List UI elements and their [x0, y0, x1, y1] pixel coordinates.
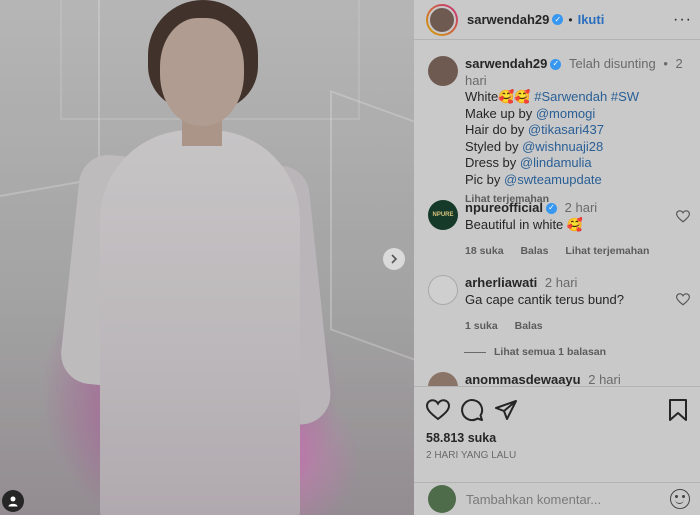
view-replies-button[interactable]: Lihat semua 1 balasan	[464, 346, 606, 358]
comment-time[interactable]: 2 hari	[588, 372, 621, 386]
comment-body: arherliawati 2 hari Ga cape cantik terus…	[465, 275, 690, 335]
author-username[interactable]: sarwendah29	[467, 12, 549, 27]
comment-username[interactable]: npureofficial	[465, 200, 543, 215]
credit-line: Dress by @lindamulia	[465, 155, 690, 172]
credit-prefix: Pic by	[465, 171, 505, 187]
chevron-right-icon	[391, 254, 398, 264]
see-translation-link[interactable]: Lihat terjemahan	[565, 245, 649, 257]
credit-line: Styled by @wishnuaji28	[465, 139, 690, 156]
separator-dot: •	[663, 56, 668, 71]
caption-body: sarwendah29 ✓ Telah disunting • 2 hari Wh…	[465, 56, 690, 208]
emoji-icon[interactable]	[670, 489, 690, 509]
reply-button[interactable]: Balas	[520, 245, 548, 257]
credit-line: Pic by @swteamupdate	[465, 172, 690, 189]
story-ring[interactable]	[426, 3, 458, 36]
tagged-users-button[interactable]	[2, 490, 24, 512]
add-comment-bar: Tambahkan komentar...	[414, 482, 700, 515]
follow-button[interactable]: Ikuti	[578, 12, 605, 27]
bookmark-icon	[669, 399, 687, 421]
separator-dot: •	[568, 12, 573, 27]
comment-icon	[461, 399, 484, 422]
more-horizontal-icon[interactable]: ···	[673, 11, 692, 29]
post-header: sarwendah29 ✓ • Ikuti ···	[414, 0, 700, 40]
send-icon	[495, 400, 517, 420]
save-button[interactable]	[668, 398, 688, 422]
credit-handle[interactable]: @tikasari437	[528, 122, 604, 137]
comment-item: arherliawati 2 hari Ga cape cantik terus…	[428, 275, 690, 335]
comment-button[interactable]	[460, 398, 484, 422]
comment-text: Beautiful in white	[465, 216, 564, 232]
credit-prefix: Hair do by	[465, 122, 528, 137]
reply-button[interactable]: Balas	[515, 320, 543, 332]
post-photo[interactable]	[0, 0, 414, 515]
comment-emoji: 🥰	[566, 216, 584, 232]
heart-icon	[426, 399, 450, 421]
comment-time[interactable]: 2 hari	[545, 275, 578, 290]
view-replies-label: Lihat semua 1 balasan	[494, 346, 607, 358]
commenter-avatar[interactable]	[428, 275, 458, 305]
credit-handle[interactable]: @swteamupdate	[504, 172, 602, 187]
comment-likes[interactable]: 18 suka	[465, 245, 504, 257]
credit-prefix: Dress by	[465, 155, 520, 170]
comment-item: NPURE npureofficial ✓ 2 hari Beautiful in…	[428, 200, 690, 260]
comment-body: npureofficial ✓ 2 hari Beautiful in white…	[465, 200, 690, 260]
credit-prefix: Styled by	[465, 138, 523, 154]
verified-badge-icon: ✓	[552, 14, 564, 25]
credit-line: Make up by @momogi	[465, 106, 690, 123]
caption-text: White	[465, 89, 499, 104]
commenter-avatar[interactable]	[428, 372, 458, 386]
commenter-avatar[interactable]: NPURE	[428, 200, 458, 230]
like-comment-heart-icon[interactable]	[676, 210, 690, 223]
comment-username[interactable]: arherliawati	[465, 275, 537, 290]
credit-prefix: Make up by	[465, 105, 536, 121]
credit-handle[interactable]: @wishnuaji28	[522, 139, 603, 154]
author-avatar[interactable]	[428, 5, 456, 34]
comment-username[interactable]: anommasdewaayu	[465, 372, 581, 386]
caption-hashtags[interactable]: #Sarwendah #SW	[534, 89, 639, 104]
post-time[interactable]: 2 hari yang lalu	[426, 450, 688, 461]
like-count[interactable]: 58.813 suka	[426, 431, 688, 445]
comment-time[interactable]: 2 hari	[565, 200, 598, 215]
verified-badge-icon: ✓	[546, 203, 558, 215]
replies-line	[464, 351, 486, 353]
post-side-panel: sarwendah29 ✓ • Ikuti ··· sarwendah29 ✓ T…	[414, 0, 700, 515]
comments-list[interactable]: sarwendah29 ✓ Telah disunting • 2 hari Wh…	[414, 46, 700, 386]
credit-line: Hair do by @tikasari437	[465, 122, 690, 139]
viewer-avatar	[428, 485, 456, 513]
caption: sarwendah29 ✓ Telah disunting • 2 hari Wh…	[428, 56, 690, 208]
user-icon	[8, 496, 18, 507]
comment-body: anommasdewaayu 2 hari	[465, 372, 621, 386]
edited-label: Telah disunting	[569, 56, 656, 71]
next-image-button[interactable]	[383, 248, 405, 270]
photo-dim-overlay	[0, 0, 414, 515]
like-comment-heart-icon[interactable]	[676, 293, 690, 306]
credit-handle[interactable]: @lindamulia	[520, 155, 592, 170]
like-button[interactable]	[426, 399, 450, 421]
comment-input[interactable]: Tambahkan komentar...	[466, 492, 601, 507]
author-avatar[interactable]	[428, 56, 458, 86]
caption-emoji: 🥰🥰	[498, 89, 531, 104]
comment-text: Ga cape cantik terus bund?	[465, 291, 624, 307]
action-icons	[426, 397, 688, 423]
credit-handle[interactable]: @momogi	[536, 106, 595, 121]
share-button[interactable]	[494, 398, 518, 422]
caption-username[interactable]: sarwendah29	[465, 56, 547, 71]
comment-likes[interactable]: 1 suka	[465, 320, 498, 332]
verified-badge-icon: ✓	[550, 59, 562, 71]
post-actions: 58.813 suka 2 hari yang lalu	[414, 386, 700, 461]
comment-item: anommasdewaayu 2 hari	[428, 372, 690, 386]
